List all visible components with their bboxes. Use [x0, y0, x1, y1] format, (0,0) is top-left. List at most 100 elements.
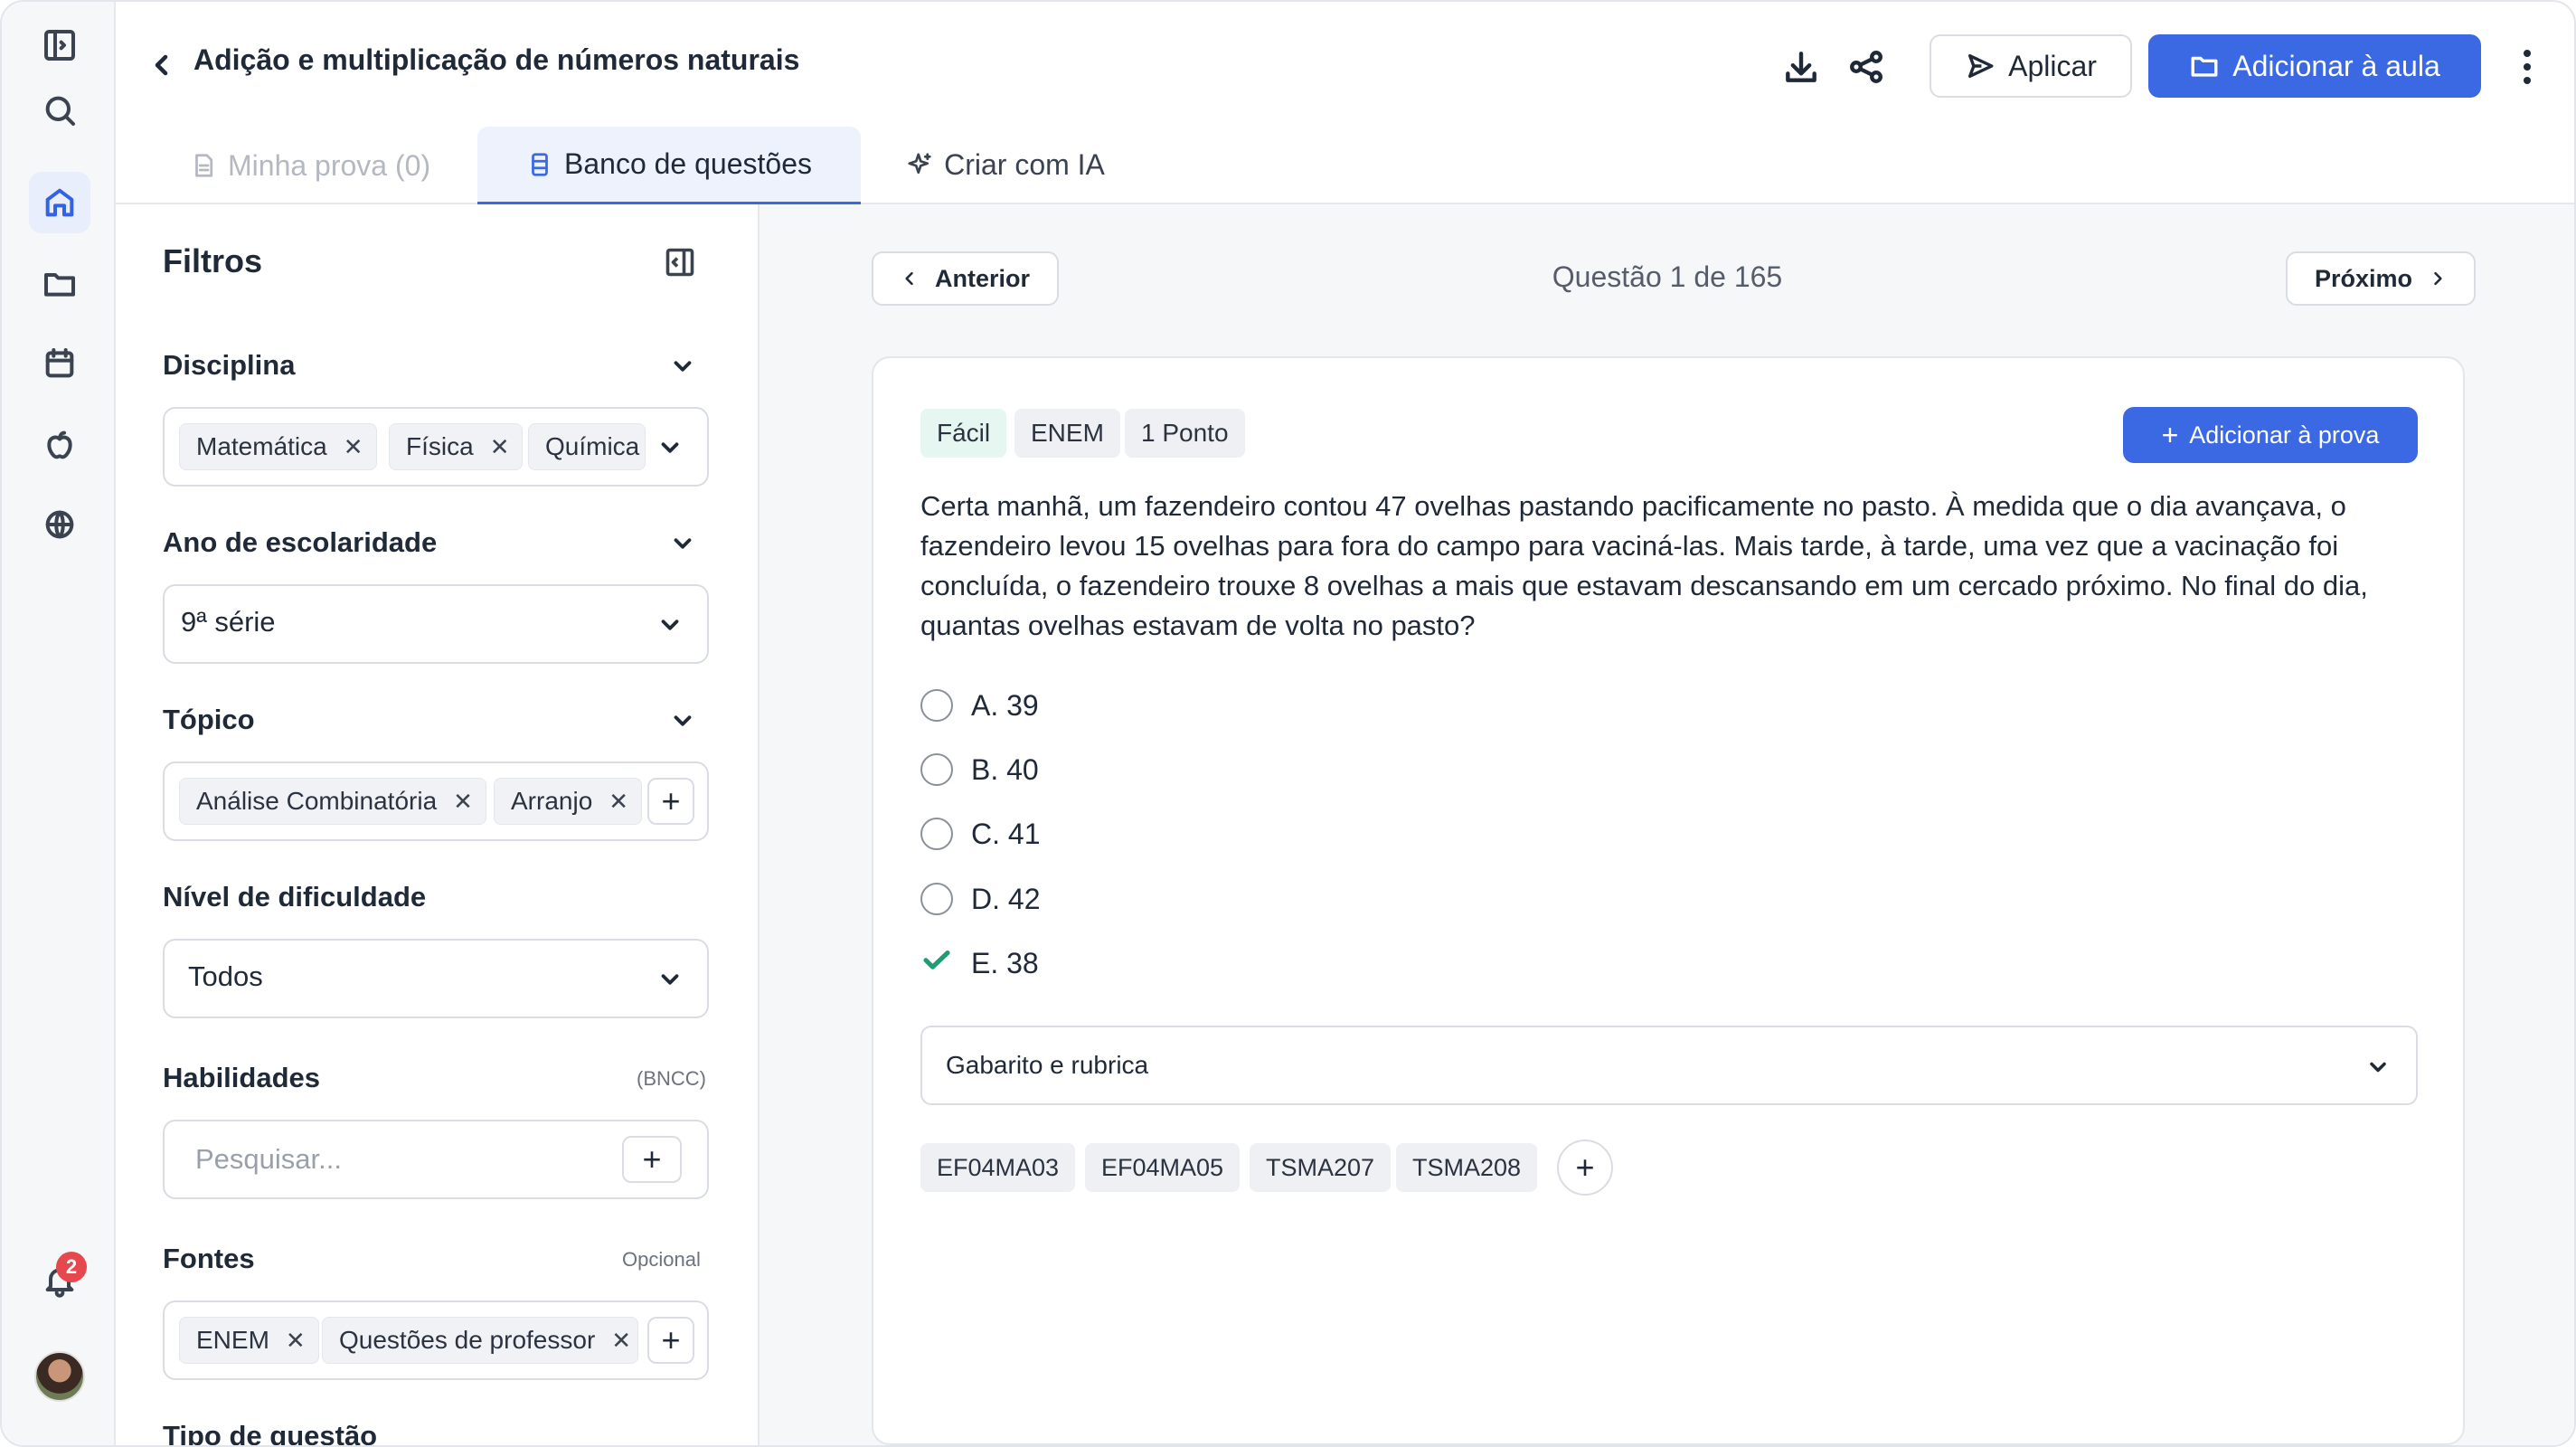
topic-chip: Arranjo ✕ — [494, 778, 643, 825]
option-label: B. 40 — [971, 752, 1039, 786]
radio-button[interactable] — [920, 818, 953, 850]
left-rail: 2 — [2, 2, 116, 1445]
kebab-dot — [2524, 63, 2531, 71]
difficulty-dropdown[interactable] — [656, 966, 684, 993]
chip-label: Análise Combinatória — [196, 787, 438, 815]
kebab-dot — [2524, 77, 2531, 84]
tab-label: Banco de questões — [564, 147, 812, 180]
difficulty-tag: Fácil — [920, 409, 1007, 458]
sources-note: Opcional — [622, 1248, 701, 1271]
difficulty-select[interactable]: Todos — [163, 939, 709, 1018]
database-icon — [532, 152, 548, 176]
discipline-select[interactable]: Matemática ✕ Física ✕ Química — [163, 407, 709, 487]
document-icon — [195, 154, 213, 177]
option-e-correct[interactable]: E. 38 — [920, 943, 1039, 983]
add-to-exam-button[interactable]: + Adicionar à prova — [2123, 407, 2418, 463]
avatar[interactable] — [34, 1351, 85, 1402]
sources-label: Fontes — [163, 1243, 255, 1274]
option-d[interactable]: D. 42 — [920, 879, 1040, 919]
close-icon[interactable]: ✕ — [611, 1327, 631, 1355]
tab-my-exam[interactable]: Minha prova (0) — [146, 127, 474, 204]
option-b[interactable]: B. 40 — [920, 750, 1039, 790]
option-label: A. 39 — [971, 688, 1039, 722]
topic-chip: Análise Combinatória ✕ — [179, 778, 486, 825]
filters-panel: Filtros Disciplina Matemática ✕ Física ✕… — [116, 204, 760, 1445]
nav-home[interactable] — [29, 172, 90, 233]
difficulty-value: Todos — [188, 960, 263, 992]
topic-select[interactable]: Análise Combinatória ✕ Arranjo ✕ + — [163, 761, 709, 841]
close-icon[interactable]: ✕ — [453, 788, 473, 816]
search-button[interactable] — [29, 80, 90, 141]
difficulty-label: Nível de dificuldade — [163, 881, 427, 913]
collapse-panel-button[interactable] — [664, 246, 696, 279]
folder-icon — [2191, 56, 2218, 77]
notifications-button[interactable]: 2 — [29, 1250, 90, 1311]
skills-search-input[interactable]: Pesquisar... — [195, 1143, 342, 1176]
tab-label: Criar com IA — [944, 147, 1105, 181]
download-icon — [1786, 52, 1816, 82]
option-c[interactable]: C. 41 — [920, 814, 1040, 854]
tab-question-bank[interactable]: Banco de questões — [477, 127, 861, 204]
skills-note: (BNCC) — [637, 1067, 706, 1090]
option-label: E. 38 — [971, 946, 1039, 979]
chevron-down-icon — [674, 538, 692, 549]
calendar-icon — [45, 348, 74, 378]
apple-icon — [47, 430, 72, 459]
send-icon — [1968, 53, 1994, 79]
add-topic-button[interactable]: + — [647, 778, 694, 825]
nav-calendar[interactable] — [29, 333, 90, 394]
more-options-button[interactable] — [2512, 43, 2543, 90]
sources-select[interactable]: ENEM ✕ Questões de professor ✕ + — [163, 1300, 709, 1380]
radio-button[interactable] — [920, 753, 953, 786]
add-to-class-button[interactable]: Adicionar à aula — [2148, 34, 2481, 98]
option-a[interactable]: A. 39 — [920, 686, 1039, 725]
share-icon — [1850, 51, 1882, 83]
chevron-down-icon — [661, 619, 679, 630]
question-text: Certa manhã, um fazendeiro contou 47 ove… — [920, 490, 2368, 641]
kebab-dot — [2524, 50, 2531, 57]
chevron-down-icon — [674, 361, 692, 372]
radio-button[interactable] — [920, 883, 953, 915]
discipline-collapse[interactable] — [669, 353, 696, 380]
add-skill-button[interactable]: + — [622, 1136, 682, 1183]
tab-create-with-ai[interactable]: Criar com IA — [861, 127, 1150, 204]
apply-button[interactable]: Aplicar — [1930, 34, 2132, 98]
grade-collapse[interactable] — [669, 530, 696, 557]
toggle-sidebar-button[interactable] — [29, 14, 90, 76]
option-label: C. 41 — [971, 817, 1041, 850]
search-icon — [45, 96, 75, 126]
grade-select[interactable]: 9ª série — [163, 584, 709, 664]
sidebar-panel-icon — [44, 30, 75, 61]
nav-folders[interactable] — [29, 253, 90, 315]
discipline-dropdown[interactable] — [656, 434, 684, 461]
add-source-button[interactable]: + — [647, 1317, 694, 1364]
radio-button[interactable] — [920, 689, 953, 722]
skill-tag: EF04MA05 — [1085, 1143, 1241, 1192]
add-skill-tag-button[interactable]: + — [1557, 1140, 1613, 1196]
app-window: 2 Adição e multiplicação de números natu… — [0, 0, 2576, 1447]
back-button[interactable] — [146, 49, 179, 81]
points-tag: 1 Ponto — [1125, 409, 1245, 458]
filters-title: Filtros — [163, 242, 263, 279]
skills-search-box: Pesquisar... + — [163, 1120, 709, 1199]
close-icon[interactable]: ✕ — [609, 788, 628, 816]
answer-key-label: Gabarito e rubrica — [946, 1051, 1149, 1079]
skill-tag: TSMA207 — [1250, 1143, 1392, 1192]
grade-dropdown[interactable] — [656, 611, 684, 638]
close-icon[interactable]: ✕ — [344, 433, 363, 461]
next-label: Próximo — [2315, 264, 2413, 292]
chip-label: Matemática — [196, 432, 327, 460]
next-button[interactable]: Próximo — [2286, 251, 2477, 306]
grade-label: Ano de escolaridade — [163, 526, 438, 558]
source-chip: ENEM ✕ — [179, 1317, 319, 1364]
close-icon[interactable]: ✕ — [490, 433, 510, 461]
download-button[interactable] — [1778, 43, 1825, 90]
question-card: Fácil ENEM 1 Ponto + Adicionar à prova C… — [872, 356, 2465, 1445]
nav-globe[interactable] — [29, 494, 90, 555]
source-chip: Questões de professor ✕ — [322, 1317, 638, 1364]
close-icon[interactable]: ✕ — [286, 1327, 306, 1355]
topic-collapse[interactable] — [669, 707, 696, 734]
nav-apple[interactable] — [29, 414, 90, 476]
answer-key-accordion[interactable]: Gabarito e rubrica — [920, 1026, 2418, 1105]
share-button[interactable] — [1843, 43, 1890, 90]
